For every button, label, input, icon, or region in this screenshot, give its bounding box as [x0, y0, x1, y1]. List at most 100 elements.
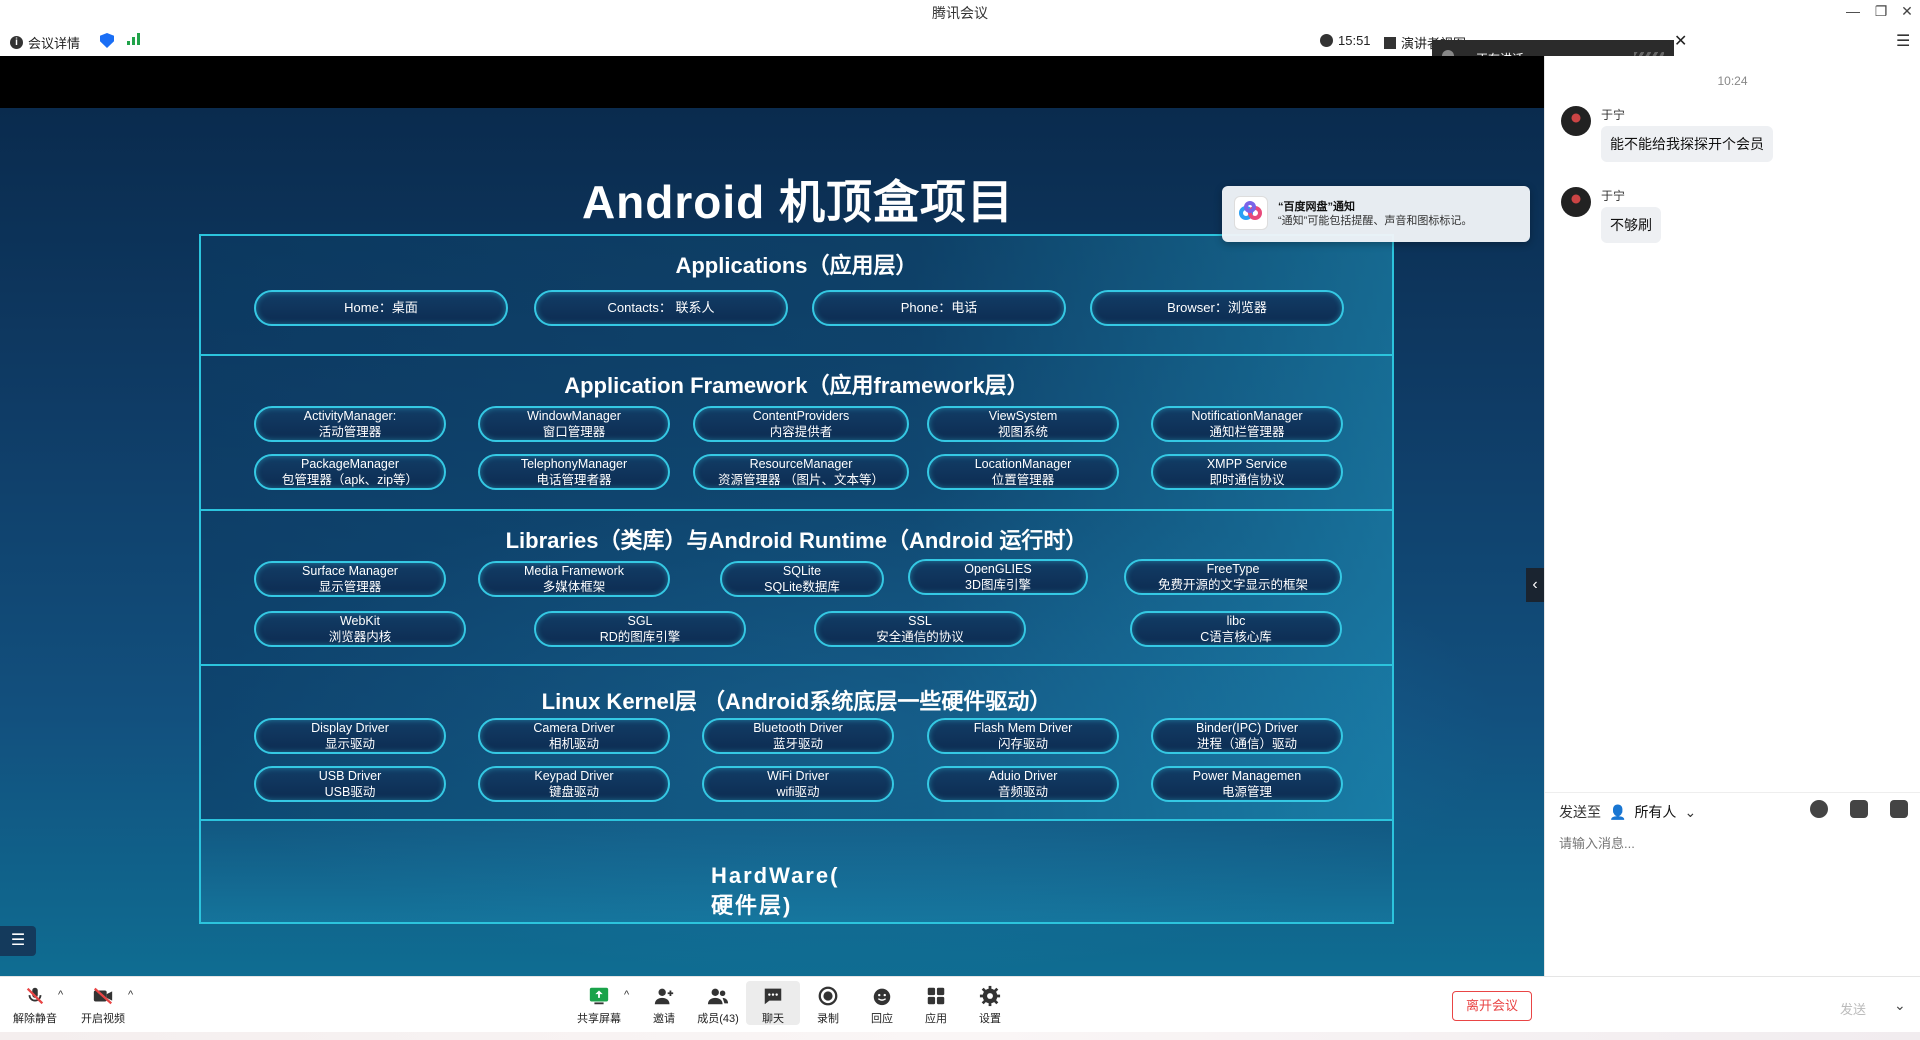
driver-item: Bluetooth Driver 蓝牙驱动 [702, 718, 894, 754]
meeting-toolbar: 解除静音 ^ 开启视频 ^ 共享屏幕 ^ 邀请 成员(43) 聊天 录制 回应 … [0, 976, 1920, 1032]
framework-item: ActivityManager: 活动管理器 [254, 406, 446, 442]
record-label: 录制 [817, 1013, 839, 1025]
meeting-clock: 15:51 [1320, 33, 1371, 48]
emoji-icon[interactable] [1810, 800, 1828, 818]
send-to-target: 所有人 [1634, 804, 1677, 820]
library-item: SGL RD的图库引擎 [534, 611, 746, 647]
info-icon: i [10, 36, 23, 49]
apps-label: 应用 [925, 1013, 947, 1025]
menu-icon[interactable]: ☰ [1896, 31, 1910, 51]
shared-screen: Android 机顶盒项目 Applications（应用层） Home：桌面 … [0, 56, 1544, 976]
start-video-button[interactable]: 开启视频 [76, 985, 130, 1026]
meeting-details-label: 会议详情 [28, 36, 81, 51]
unmute-button[interactable]: 解除静音 [8, 985, 62, 1026]
clock-text: 15:51 [1338, 33, 1371, 48]
framework-item: NotificationManager 通知栏管理器 [1151, 406, 1343, 442]
share-screen-button[interactable]: 共享屏幕 [572, 985, 626, 1026]
library-item: libc C语言核心库 [1130, 611, 1342, 647]
megaphone-icon[interactable] [1890, 800, 1908, 818]
mic-off-icon [26, 987, 44, 1005]
applications-layer: Applications（应用层） Home：桌面 Contacts： 联系人 … [201, 236, 1392, 356]
driver-item: Flash Mem Driver 闪存驱动 [927, 718, 1119, 754]
driver-item: Camera Driver 相机驱动 [478, 718, 670, 754]
chat-panel: 10:24 于宁 能不能给我探探开个会员 于宁 不够刷 发送至 👤 所有人 ⌄ [1544, 56, 1920, 976]
share-screen-label: 共享屏幕 [577, 1013, 621, 1025]
list-icon[interactable]: ☰ [0, 926, 36, 956]
meeting-info-bar: i 会议详情 15:51 演讲者视图 [0, 28, 1544, 56]
library-item: WebKit 浏览器内核 [254, 611, 466, 647]
library-item: SQLite SQLite数据库 [720, 561, 884, 597]
meeting-details-button[interactable]: i 会议详情 [10, 33, 80, 52]
library-item: SSL 安全通信的协议 [814, 611, 1026, 647]
record-button[interactable]: 录制 [801, 985, 855, 1026]
person-icon: 👤 [1609, 803, 1627, 820]
message-bubble: 不够刷 [1601, 207, 1661, 243]
framework-item: XMPP Service 即时通信协议 [1151, 454, 1343, 490]
sender-name: 于宁 [1601, 189, 1626, 203]
reactions-button[interactable]: 回应 [855, 985, 909, 1026]
start-video-label: 开启视频 [81, 1013, 125, 1025]
framework-item: TelephonyManager 电话管理者器 [478, 454, 670, 490]
minimize-button[interactable]: — [1838, 0, 1868, 22]
chevron-up-icon[interactable]: ^ [58, 989, 63, 1001]
layer-title: HardWare( 硬件层) [711, 863, 840, 918]
chevron-down-icon[interactable]: ⌄ [1894, 997, 1906, 1014]
invite-icon [654, 988, 674, 1005]
invite-button[interactable]: 邀请 [637, 985, 691, 1026]
window-title: 腾讯会议 [932, 5, 988, 21]
collapse-panel-icon[interactable]: ‹ [1526, 568, 1544, 602]
send-to-label: 发送至 [1559, 804, 1601, 820]
app-item: Browser：浏览器 [1090, 290, 1344, 326]
baidu-netdisk-logo-icon [1234, 196, 1268, 230]
chat-button[interactable]: 聊天 [746, 981, 800, 1025]
share-screen-icon [589, 987, 609, 1005]
layout-icon [1384, 36, 1396, 49]
members-button[interactable]: 成员(43) [691, 985, 745, 1026]
invite-label: 邀请 [653, 1013, 675, 1025]
app-item: Contacts： 联系人 [534, 290, 788, 326]
shield-icon [100, 33, 114, 48]
send-to-selector[interactable]: 发送至 👤 所有人 ⌄ [1559, 802, 1696, 822]
framework-item: ViewSystem 视图系统 [927, 406, 1119, 442]
security-button[interactable] [100, 33, 114, 48]
driver-item: Aduio Driver 音频驱动 [927, 766, 1119, 802]
layer-title: Linux Kernel层 （Android系统底层一些硬件驱动） [541, 689, 1052, 714]
reactions-label: 回应 [871, 1013, 893, 1025]
framework-item: ContentProviders 内容提供者 [693, 406, 909, 442]
record-icon [818, 986, 838, 1006]
hardware-layer: HardWare( 硬件层) [201, 821, 1392, 922]
close-window-button[interactable]: ✕ [1892, 0, 1920, 22]
driver-item: Display Driver 显示驱动 [254, 718, 446, 754]
signal-icon [127, 33, 140, 45]
network-status[interactable] [127, 33, 140, 45]
leave-meeting-button[interactable]: 离开会议 [1452, 991, 1532, 1021]
app-item: Home：桌面 [254, 290, 508, 326]
layer-title: Application Framework（应用framework层） [564, 373, 1029, 398]
chat-timestamp: 10:24 [1717, 74, 1748, 88]
members-label: 成员(43) [697, 1013, 739, 1025]
send-button[interactable]: 发送 [1840, 999, 1866, 1018]
settings-button[interactable]: 设置 [963, 985, 1017, 1026]
clock-icon [1320, 34, 1333, 47]
app-item: Phone：电话 [812, 290, 1066, 326]
folder-icon[interactable] [1850, 800, 1868, 818]
apps-button[interactable]: 应用 [909, 985, 963, 1026]
driver-item: Keypad Driver 键盘驱动 [478, 766, 670, 802]
close-icon[interactable]: ✕ [1674, 31, 1687, 51]
chevron-up-icon[interactable]: ^ [128, 989, 133, 1001]
libraries-layer: Libraries（类库）与Android Runtime（Android 运行… [201, 511, 1392, 666]
framework-layer: Application Framework（应用framework层） Acti… [201, 356, 1392, 511]
driver-item: WiFi Driver wifi驱动 [702, 766, 894, 802]
framework-item: PackageManager 包管理器（apk、zip等） [254, 454, 446, 490]
baidu-netdisk-notification[interactable]: “百度网盘”通知 “通知”可能包括提醒、声音和图标标记。 [1222, 186, 1530, 242]
chat-message: 于宁 不够刷 [1561, 187, 1861, 247]
framework-item: LocationManager 位置管理器 [927, 454, 1119, 490]
avatar [1561, 106, 1591, 136]
library-item: FreeType 免费开源的文字显示的框架 [1124, 559, 1342, 595]
chevron-down-icon: ⌄ [1684, 803, 1697, 820]
chevron-up-icon[interactable]: ^ [624, 989, 629, 1001]
library-item: OpenGLIES 3D图库引擎 [908, 559, 1088, 595]
framework-item: ResourceManager 资源管理器 （图片、文本等） [693, 454, 909, 490]
kernel-layer: Linux Kernel层 （Android系统底层一些硬件驱动） Displa… [201, 666, 1392, 821]
chat-input[interactable] [1559, 836, 1899, 851]
